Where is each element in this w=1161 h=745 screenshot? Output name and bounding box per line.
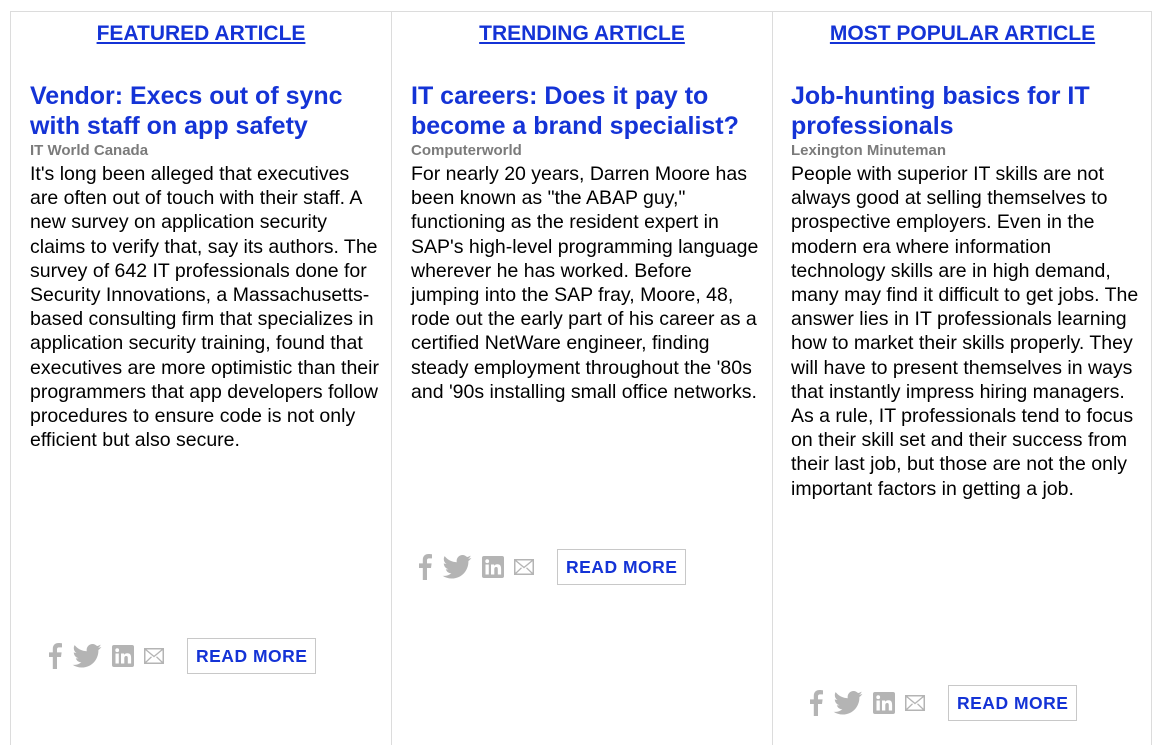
email-icon[interactable]	[144, 648, 164, 664]
twitter-icon[interactable]	[442, 555, 472, 579]
share-bar: READ MORE	[418, 549, 687, 585]
article-source: IT World Canada	[30, 142, 149, 159]
article-summary: For nearly 20 years, Darren Moore has be…	[411, 163, 759, 403]
most-popular-article-column: MOST POPULAR ARTICLE Job-hunting basics …	[772, 11, 1152, 745]
trending-article-column: TRENDING ARTICLE IT careers: Does it pay…	[391, 11, 772, 745]
featured-article-header[interactable]: FEATURED ARTICLE	[11, 22, 391, 46]
twitter-icon[interactable]	[72, 644, 102, 668]
facebook-icon[interactable]	[418, 554, 432, 580]
article-title-link[interactable]: IT careers: Does it pay to become a bran…	[411, 81, 763, 141]
article-source: Lexington Minuteman	[791, 142, 946, 159]
twitter-icon[interactable]	[833, 691, 863, 715]
share-bar: READ MORE	[809, 685, 1078, 721]
linkedin-icon[interactable]	[482, 556, 504, 578]
facebook-icon[interactable]	[809, 690, 823, 716]
linkedin-icon[interactable]	[112, 645, 134, 667]
article-title-link[interactable]: Vendor: Execs out of sync with staff on …	[30, 81, 382, 141]
featured-article-column: FEATURED ARTICLE Vendor: Execs out of sy…	[11, 11, 391, 745]
email-icon[interactable]	[514, 559, 534, 575]
linkedin-icon[interactable]	[873, 692, 895, 714]
article-source: Computerworld	[411, 142, 522, 159]
read-more-button[interactable]: READ MORE	[948, 685, 1078, 721]
article-summary: It's long been alleged that executives a…	[30, 163, 379, 452]
read-more-button[interactable]: READ MORE	[187, 638, 317, 674]
trending-article-header[interactable]: TRENDING ARTICLE	[392, 22, 772, 46]
read-more-button[interactable]: READ MORE	[557, 549, 687, 585]
most-popular-article-header[interactable]: MOST POPULAR ARTICLE	[773, 22, 1152, 46]
share-bar: READ MORE	[48, 638, 317, 674]
email-icon[interactable]	[905, 695, 925, 711]
facebook-icon[interactable]	[48, 643, 62, 669]
article-title-link[interactable]: Job-hunting basics for IT professionals	[791, 81, 1143, 141]
article-summary: People with superior IT skills are not a…	[791, 163, 1139, 500]
